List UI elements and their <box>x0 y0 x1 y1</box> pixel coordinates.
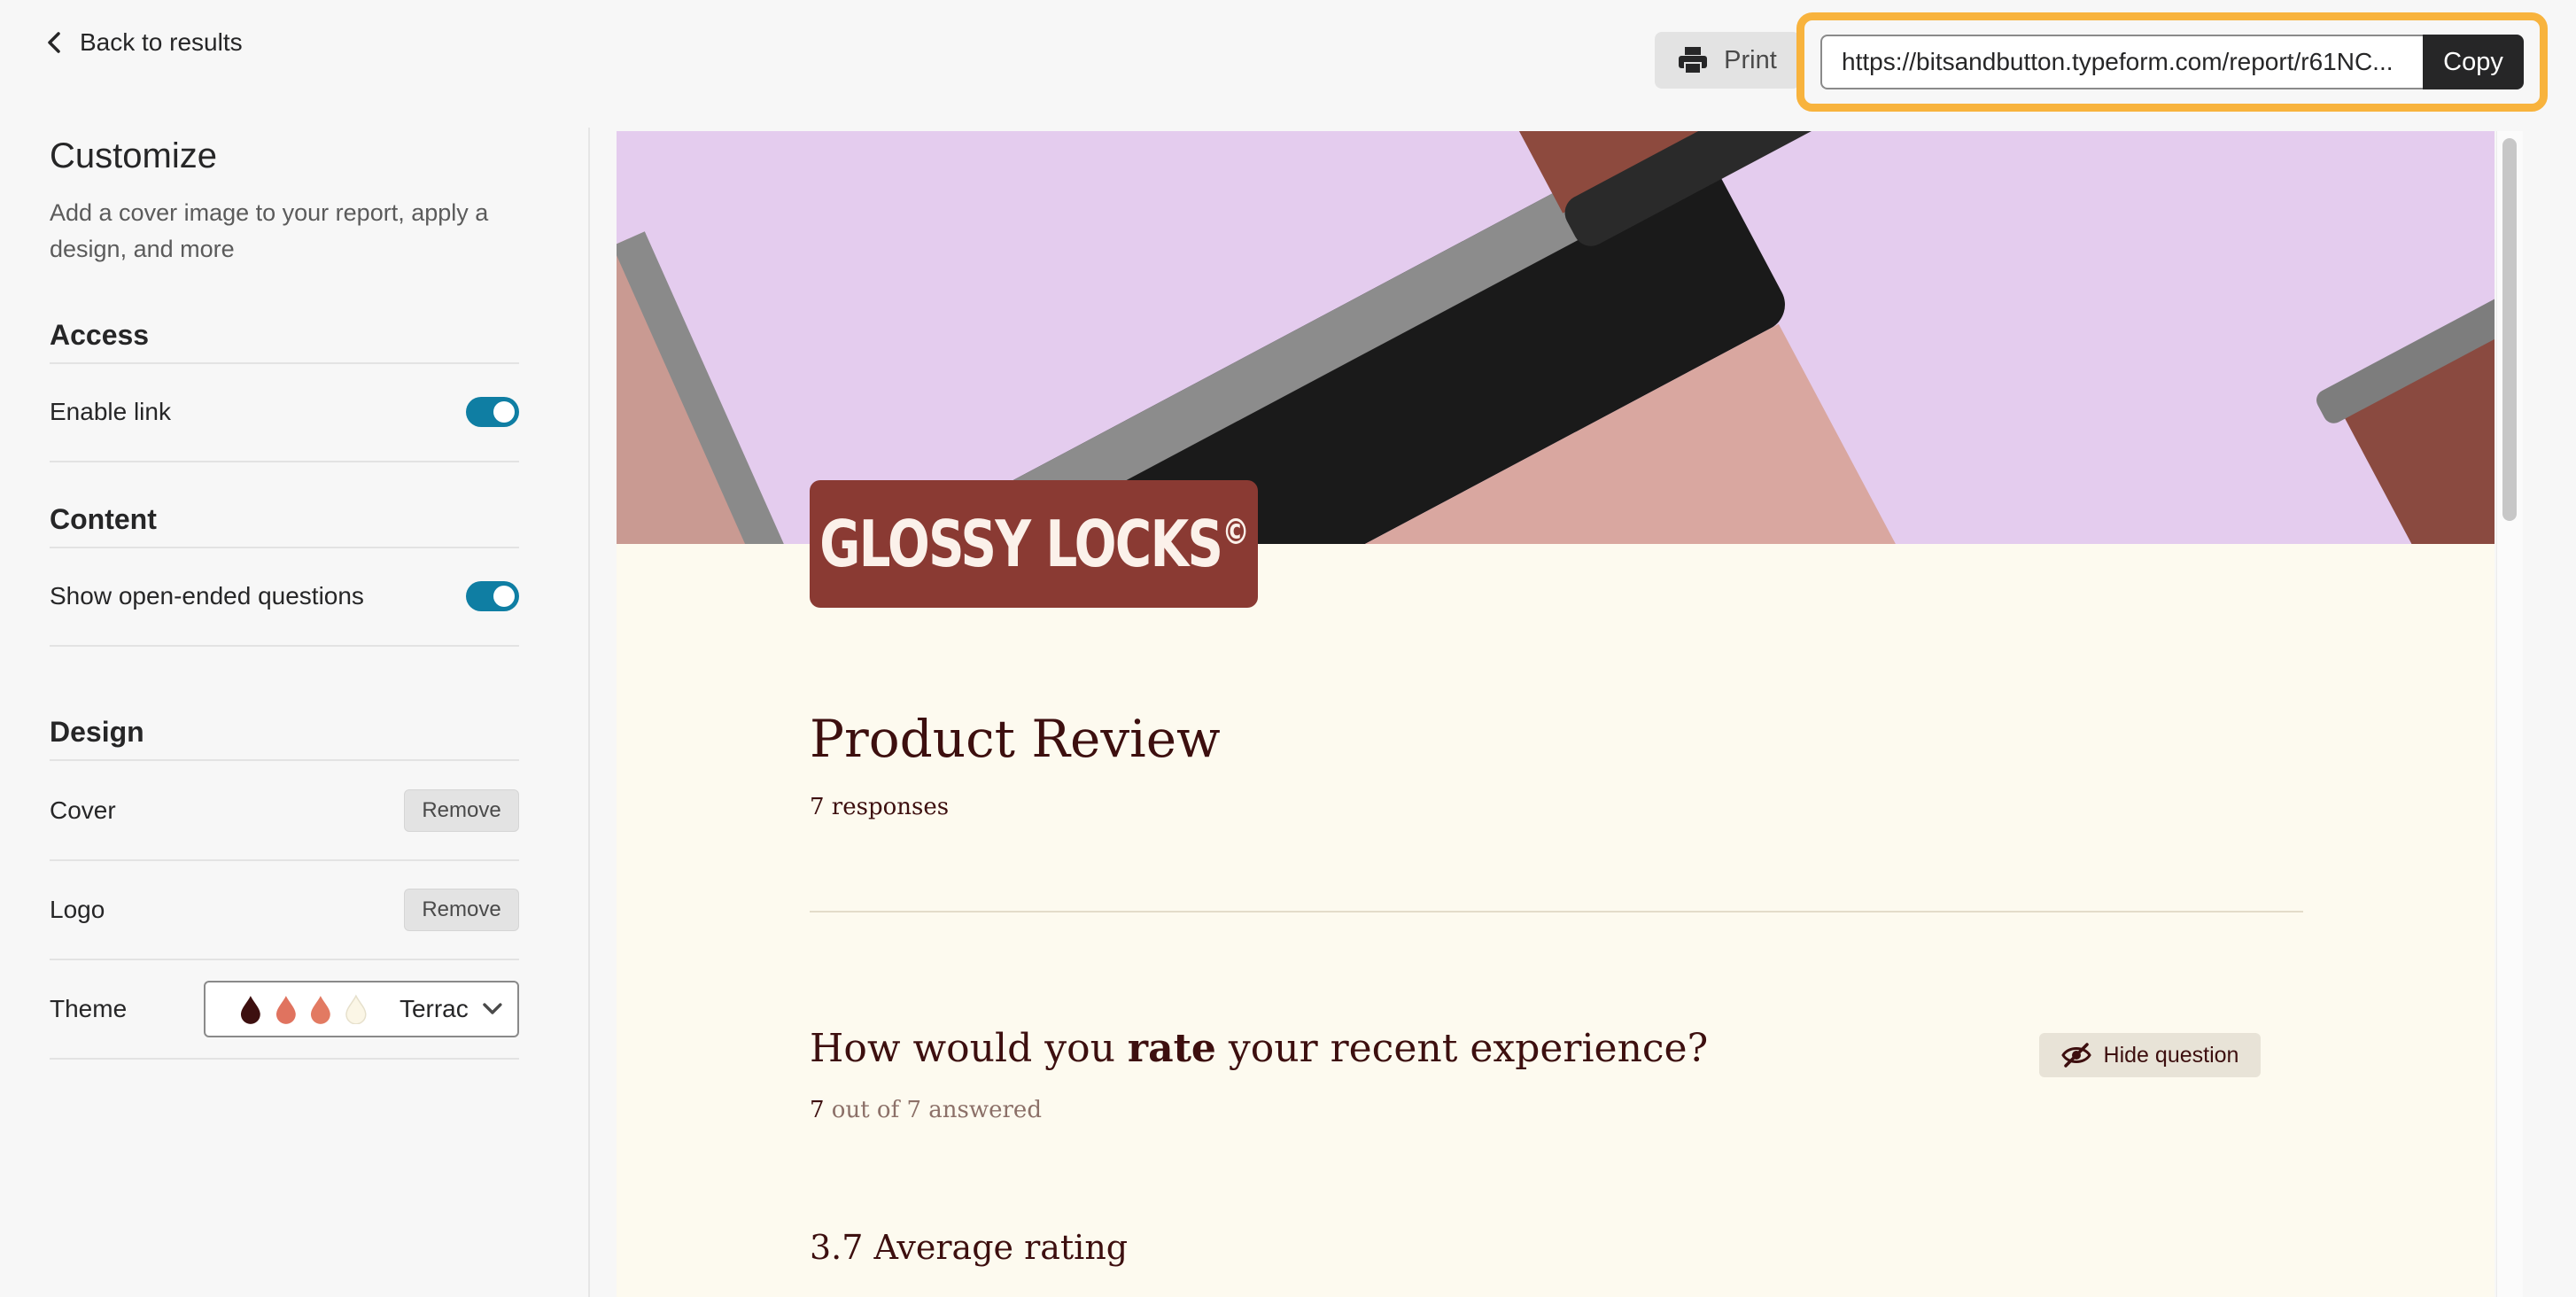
sidebar-description: Add a cover image to your report, apply … <box>50 199 489 262</box>
back-label: Back to results <box>80 28 243 56</box>
enable-link-label: Enable link <box>50 398 171 425</box>
eye-slash-icon <box>2060 1043 2091 1068</box>
share-link-box: https://bitsandbutton.typeform.com/repor… <box>1796 12 2548 112</box>
report-title: Product Review <box>810 709 1221 769</box>
share-url-field[interactable]: https://bitsandbutton.typeform.com/repor… <box>1820 35 2423 89</box>
responses-count: 7 responses <box>810 794 950 820</box>
answered-count: 7 out of 7 answered <box>810 1097 1042 1123</box>
design-heading: Design <box>50 716 519 761</box>
cover-label: Cover <box>50 796 116 824</box>
print-button[interactable]: Print <box>1655 32 1800 89</box>
brand-logo: GLOSSY LOCKS© <box>810 480 1258 608</box>
open-ended-toggle[interactable] <box>466 581 519 611</box>
back-to-results-link[interactable]: Back to results <box>46 28 243 57</box>
color-drop-icon <box>240 996 260 1024</box>
cover-row: Cover Remove <box>50 762 519 861</box>
theme-row: Theme Terrac <box>50 960 519 1060</box>
hide-question-button[interactable]: Hide question <box>2039 1033 2261 1077</box>
divider <box>810 911 2303 913</box>
remove-cover-button[interactable]: Remove <box>404 789 519 832</box>
logo-text: GLOSSY LOCKS© <box>819 507 1249 581</box>
color-drop-icon <box>275 996 296 1024</box>
theme-label: Theme <box>50 995 128 1022</box>
open-ended-row: Show open-ended questions <box>50 548 519 647</box>
enable-link-row: Enable link <box>50 363 519 462</box>
print-label: Print <box>1724 45 1777 74</box>
preview-scrollbar[interactable] <box>2496 131 2523 1297</box>
scrollbar-thumb[interactable] <box>2502 138 2517 521</box>
content-heading: Content <box>50 503 519 548</box>
remove-logo-button[interactable]: Remove <box>404 889 519 931</box>
average-rating: 3.7 Average rating <box>810 1228 1129 1267</box>
report-preview: GLOSSY LOCKS© Product Review 7 responses… <box>617 131 2495 1297</box>
color-drop-icon <box>311 996 331 1024</box>
logo-label: Logo <box>50 896 105 923</box>
hide-question-label: Hide question <box>2103 1042 2239 1068</box>
color-drop-icon <box>345 994 367 1024</box>
theme-name: Terrac <box>399 995 469 1022</box>
printer-icon <box>1679 47 1708 74</box>
question-title: How would you rate your recent experienc… <box>810 1026 1709 1071</box>
theme-select[interactable]: Terrac <box>204 981 519 1037</box>
chevron-down-icon <box>483 1003 502 1014</box>
chevron-left-icon <box>48 32 60 53</box>
logo-row: Logo Remove <box>50 861 519 960</box>
open-ended-label: Show open-ended questions <box>50 582 364 610</box>
copy-button[interactable]: Copy <box>2423 35 2524 89</box>
customize-sidebar: Customize Add a cover image to your repo… <box>0 128 590 1297</box>
enable-link-toggle[interactable] <box>466 397 519 427</box>
sidebar-title: Customize <box>50 136 217 175</box>
access-heading: Access <box>50 319 519 364</box>
